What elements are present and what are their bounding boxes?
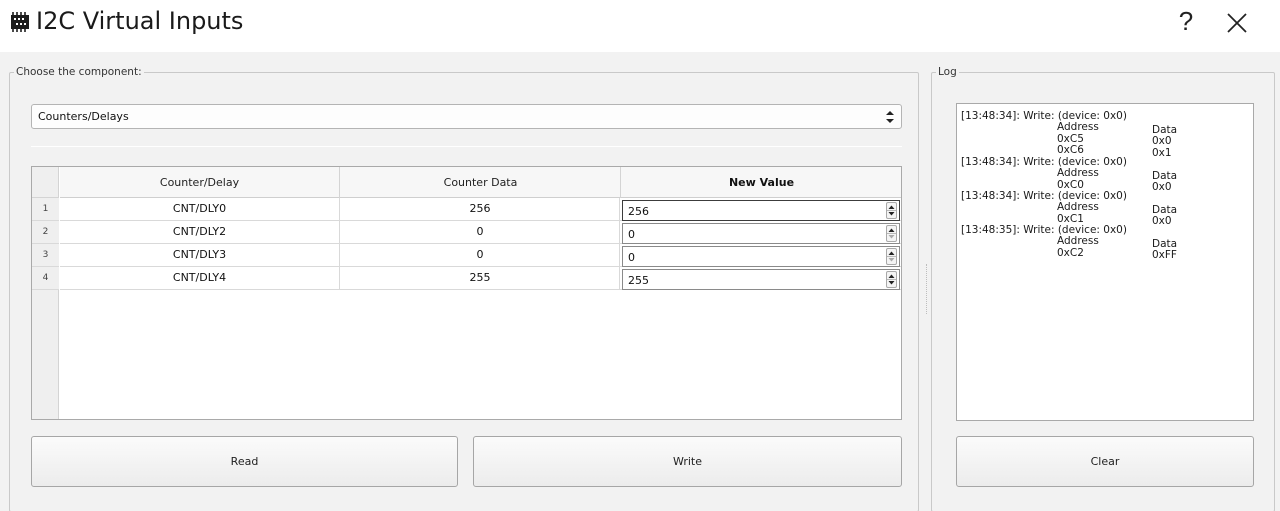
counter-name-cell[interactable]: CNT/DLY0 [60, 198, 340, 221]
counter-data-cell[interactable]: 0 [341, 244, 620, 267]
column-header-row: Counter/Delay Counter Data New Value [60, 167, 901, 198]
new-value-text: 256 [628, 205, 649, 218]
counter-name-cell[interactable]: CNT/DLY3 [60, 244, 340, 267]
log-data-value: 0x0 [1152, 215, 1172, 227]
clear-button[interactable]: Clear [956, 436, 1254, 487]
log-entry-header: [13:48:34]: Write: (device: 0x0) [961, 156, 1127, 168]
log-data-value: 0x0 [1152, 181, 1172, 193]
log-group-legend: Log [936, 65, 959, 79]
spin-arrows-icon[interactable] [886, 202, 897, 219]
row-header[interactable]: 2 [32, 221, 59, 244]
log-view[interactable]: [13:48:34]: Write: (device: 0x0) Address… [956, 103, 1254, 421]
row-header[interactable]: 4 [32, 267, 59, 290]
window-title: I2C Virtual Inputs [36, 7, 244, 35]
log-address-label: Address [1057, 201, 1099, 213]
write-button[interactable]: Write [473, 436, 902, 487]
close-icon[interactable] [1222, 8, 1252, 38]
splitter-handle[interactable] [926, 264, 928, 314]
counter-table: 1 2 3 4 Counter/Delay Counter Data New V… [31, 166, 902, 420]
counter-data-cell[interactable]: 0 [341, 221, 620, 244]
log-address-label: Address [1057, 121, 1099, 133]
spin-arrows-icon[interactable] [886, 271, 897, 288]
log-entry-header: [13:48:35]: Write: (device: 0x0) [961, 224, 1127, 236]
log-address-value: 0xC6 [1057, 144, 1084, 156]
log-entry-header: [13:48:34]: Write: (device: 0x0) [961, 190, 1127, 202]
chip-icon [11, 12, 29, 32]
log-address-label: Address [1057, 167, 1099, 179]
component-group-legend: Choose the component: [14, 65, 144, 79]
log-address-value: 0xC2 [1057, 247, 1084, 259]
counter-data-cell[interactable]: 256 [341, 198, 620, 221]
counter-name-cell[interactable]: CNT/DLY2 [60, 221, 340, 244]
row-header[interactable]: 1 [32, 198, 59, 221]
row-header-column: 1 2 3 4 [32, 198, 59, 419]
new-value-spinbox[interactable]: 0 [622, 223, 900, 244]
spin-arrows-icon[interactable] [886, 248, 897, 265]
new-value-text: 0 [628, 228, 635, 241]
log-data-value: 0x0 [1152, 135, 1172, 147]
column-header-counter-data[interactable]: Counter Data [341, 167, 621, 198]
column-header-counter-delay[interactable]: Counter/Delay [60, 167, 340, 198]
counter-name-cell[interactable]: CNT/DLY4 [60, 267, 340, 290]
read-button[interactable]: Read [31, 436, 458, 487]
separator [31, 146, 902, 147]
table-row: CNT/DLY3 0 0 [60, 244, 901, 267]
counter-data-cell[interactable]: 255 [341, 267, 620, 290]
new-value-spinbox[interactable]: 255 [622, 269, 900, 290]
new-value-text: 255 [628, 274, 649, 287]
table-corner[interactable] [32, 167, 59, 198]
up-down-arrows-icon [886, 111, 894, 123]
new-value-spinbox[interactable]: 256 [622, 200, 900, 221]
log-address-label: Address [1057, 235, 1099, 247]
component-select-value: Counters/Delays [38, 110, 129, 123]
new-value-spinbox[interactable]: 0 [622, 246, 900, 267]
log-data-value: 0xFF [1152, 249, 1177, 261]
title-bar: I2C Virtual Inputs ? [0, 0, 1280, 52]
spin-arrows-icon[interactable] [886, 225, 897, 242]
table-row: CNT/DLY4 255 255 [60, 267, 901, 290]
row-header[interactable]: 3 [32, 244, 59, 267]
column-header-new-value[interactable]: New Value [622, 167, 901, 198]
component-select[interactable]: Counters/Delays [31, 104, 902, 129]
table-row: CNT/DLY0 256 256 [60, 198, 901, 221]
log-entry-header: [13:48:34]: Write: (device: 0x0) [961, 110, 1127, 122]
table-row: CNT/DLY2 0 0 [60, 221, 901, 244]
help-button[interactable]: ? [1172, 6, 1200, 36]
new-value-text: 0 [628, 251, 635, 264]
log-data-value: 0x1 [1152, 147, 1172, 159]
